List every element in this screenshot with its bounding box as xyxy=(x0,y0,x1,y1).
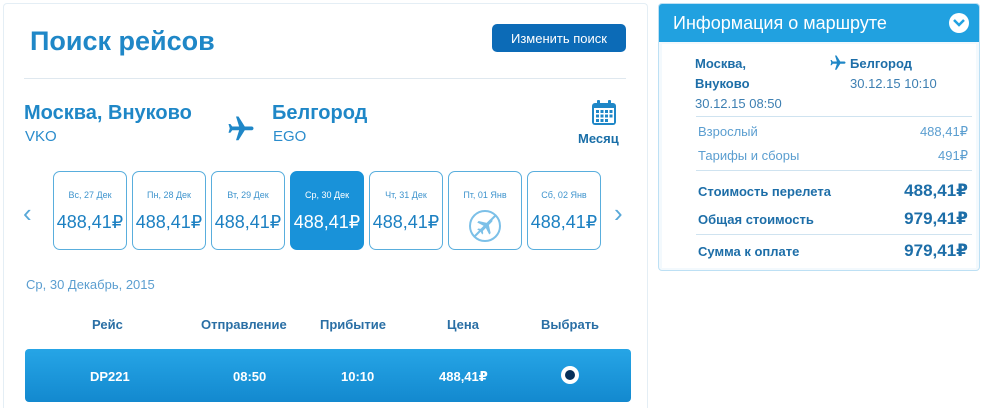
day-price: 488,41₽ xyxy=(135,212,203,232)
destination-code: EGO xyxy=(273,128,307,145)
arrival-time: 10:10 xyxy=(341,369,375,384)
flight-search-panel: Поиск рейсов Изменить поиск Москва, Внук… xyxy=(3,3,648,408)
flight-price: 488,41₽ xyxy=(439,369,488,384)
day-card-selected[interactable]: Ср, 30 Дек 488,41₽ xyxy=(290,171,364,250)
adult-fare-label: Взрослый xyxy=(698,124,758,139)
day-card[interactable]: Вс, 27 Дек 488,41₽ xyxy=(53,171,127,250)
day-label: Сб, 02 Янв xyxy=(541,190,587,200)
divider xyxy=(696,234,972,235)
flight-cost-label: Стоимость перелета xyxy=(698,184,831,199)
table-row[interactable]: DP221 08:50 10:10 488,41₽ xyxy=(25,349,631,402)
day-card[interactable]: Чт, 31 Дек 488,41₽ xyxy=(369,171,443,250)
no-flight-icon xyxy=(469,210,501,242)
day-label: Вт, 29 Дек xyxy=(227,190,269,200)
route-info-title: Информация о маршруте xyxy=(673,13,887,33)
day-card-no-flight: Пт, 01 Янв xyxy=(448,171,522,250)
day-label: Ср, 30 Дек xyxy=(304,190,350,200)
route-origin-airport: Внуково xyxy=(695,76,750,91)
payment-amount-value: 979,41₽ xyxy=(904,241,968,260)
origin-code: VKO xyxy=(25,128,57,145)
divider xyxy=(696,170,972,171)
day-label: Пт, 01 Янв xyxy=(463,190,507,200)
destination-city: Белгород xyxy=(272,102,368,124)
day-price: 488,41₽ xyxy=(372,212,440,232)
flight-number: DP221 xyxy=(90,369,130,384)
column-header-arrival: Прибытие xyxy=(320,317,386,332)
column-header-price: Цена xyxy=(447,317,479,332)
payment-amount-label: Сумма к оплате xyxy=(698,244,800,259)
departure-time: 08:50 xyxy=(233,369,267,384)
plane-icon xyxy=(228,116,254,141)
plane-icon xyxy=(830,55,846,70)
day-price: 488,41₽ xyxy=(293,212,361,232)
day-card[interactable]: Пн, 28 Дек 488,41₽ xyxy=(132,171,206,250)
route-info-body: Москва, Внуково 30.12.15 08:50 Белгород … xyxy=(662,44,976,268)
day-label: Пн, 28 Дек xyxy=(147,190,191,200)
column-header-departure: Отправление xyxy=(201,317,287,332)
day-label: Чт, 31 Дек xyxy=(385,190,427,200)
day-card[interactable]: Вт, 29 Дек 488,41₽ xyxy=(211,171,285,250)
day-label: Вс, 27 Дек xyxy=(68,190,112,200)
select-flight-radio[interactable] xyxy=(561,366,579,384)
change-search-button[interactable]: Изменить поиск xyxy=(492,24,626,52)
route-info-panel: Информация о маршруте Москва, Внуково 30… xyxy=(658,3,980,271)
divider xyxy=(24,78,626,79)
day-price: 488,41₽ xyxy=(56,212,124,232)
total-cost-label: Общая стоимость xyxy=(698,212,814,227)
adult-fare-value: 488,41₽ xyxy=(919,124,968,139)
route-origin-city: Москва, xyxy=(695,56,746,71)
route-info-header[interactable]: Информация о маршруте xyxy=(659,4,979,42)
fees-value: 491₽ xyxy=(938,148,968,163)
origin-city: Москва, Внуково xyxy=(24,102,192,124)
divider xyxy=(696,116,972,117)
total-cost-value: 979,41₽ xyxy=(904,209,968,228)
chevron-down-icon[interactable] xyxy=(949,13,969,33)
route-departure-datetime: 30.12.15 08:50 xyxy=(695,96,782,111)
day-price: 488,41₽ xyxy=(530,212,598,232)
day-card[interactable]: Сб, 02 Янв 488,41₽ xyxy=(527,171,601,250)
flight-cost-value: 488,41₽ xyxy=(904,181,968,200)
column-header-flight: Рейс xyxy=(92,317,123,332)
chevron-left-icon[interactable]: ‹ xyxy=(23,200,32,226)
page-title: Поиск рейсов xyxy=(30,26,215,56)
route-destination-city: Белгород xyxy=(850,56,912,71)
selected-date: Ср, 30 Декабрь, 2015 xyxy=(26,277,155,292)
column-header-select: Выбрать xyxy=(541,317,600,332)
route-arrival-datetime: 30.12.15 10:10 xyxy=(850,76,937,91)
calendar-icon[interactable] xyxy=(591,100,617,126)
month-view-link[interactable]: Месяц xyxy=(578,131,619,146)
fees-label: Тарифы и сборы xyxy=(698,148,800,163)
day-price: 488,41₽ xyxy=(214,212,282,232)
chevron-right-icon[interactable]: › xyxy=(614,200,623,226)
